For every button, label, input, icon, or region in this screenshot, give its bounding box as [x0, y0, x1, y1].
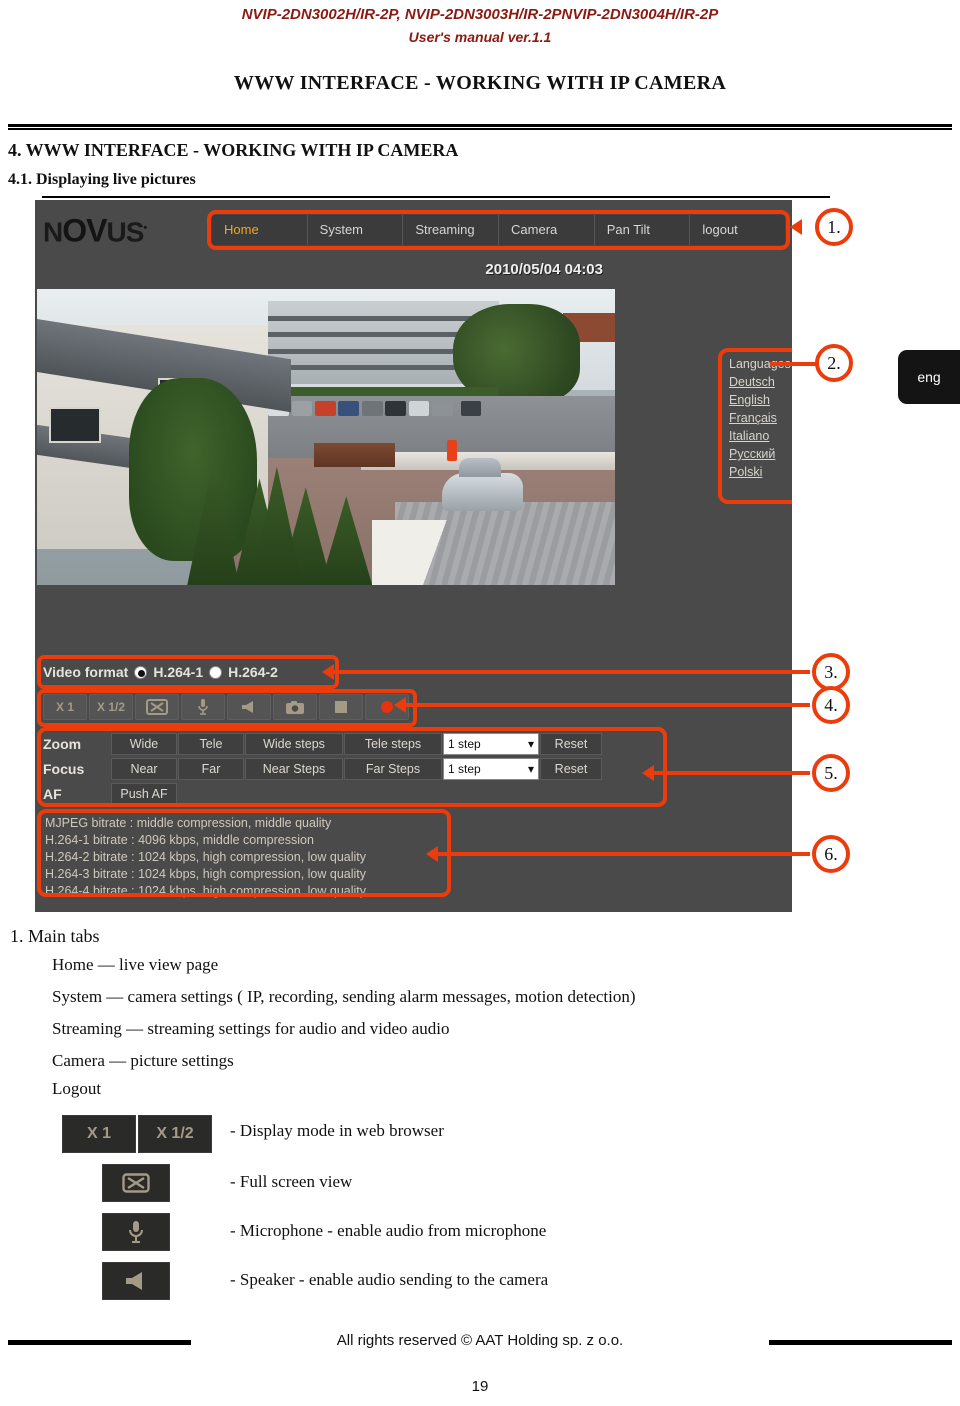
- scene-ivy: [129, 377, 257, 562]
- callout-6: 6.: [812, 835, 850, 873]
- callout-leader-3: [330, 670, 810, 674]
- main-tabs-heading: 1. Main tabs: [10, 926, 100, 946]
- nav-tab-home[interactable]: Home: [212, 215, 308, 245]
- callout-arrow-4: [394, 697, 406, 713]
- scene-silver-car: [441, 457, 523, 511]
- page-number: 19: [471, 1378, 489, 1395]
- nav-tab-streaming[interactable]: Streaming: [403, 215, 500, 245]
- osd-bar: 2010/05/04 04:03: [35, 256, 615, 290]
- annotation-highlight-icon-toolbar: [37, 689, 417, 727]
- callout-4: 4.: [812, 686, 850, 724]
- annotation-highlight-video-format: [37, 655, 339, 689]
- footer-copyright: All rights reserved © AAT Holding sp. z …: [336, 1332, 624, 1349]
- main-tabs-line-home: Home — live view page: [52, 955, 219, 974]
- nav-tab-pan-tilt[interactable]: Pan Tilt: [595, 215, 691, 245]
- callout-leader-5: [650, 771, 810, 775]
- icon-legend: X 1 X 1/2 - Display mode in web browser …: [0, 1112, 960, 1309]
- nav-tab-logout[interactable]: logout: [690, 215, 785, 245]
- legend-text-microphone: - Microphone - enable audio from microph…: [230, 1221, 547, 1240]
- main-tabs-line-streaming: Streaming — streaming settings for audio…: [52, 1019, 450, 1038]
- callout-leader-4: [402, 703, 810, 707]
- legend-row-display-mode: X 1 X 1/2 - Display mode in web browser: [0, 1112, 960, 1162]
- callout-leader-2: [770, 362, 818, 366]
- header-divider: [8, 124, 952, 130]
- page-header-line1: NVIP-2DN3002H/IR-2P, NVIP-2DN3003H/IR-2P…: [241, 6, 719, 23]
- page-header: NVIP-2DN3002H/IR-2P, NVIP-2DN3003H/IR-2P…: [0, 4, 960, 48]
- legend-row-speaker: - Speaker - enable audio sending to the …: [0, 1260, 960, 1309]
- legend-icon-zoom-x1: X 1: [62, 1115, 136, 1153]
- callout-arrow-5: [642, 765, 654, 781]
- top-nav-row: NOVUS• Home System Streaming Camera Pan …: [35, 208, 792, 250]
- callout-arrow-1: [790, 219, 802, 235]
- callout-arrow-6: [426, 846, 438, 862]
- legend-text-fullscreen: - Full screen view: [230, 1172, 353, 1191]
- callout-arrow-3: [322, 664, 334, 680]
- language-tab-eng[interactable]: eng: [898, 350, 960, 404]
- annotation-highlight-languages: [718, 348, 792, 504]
- legend-icon-microphone: [102, 1213, 170, 1251]
- callout-5: 5.: [812, 754, 850, 792]
- page-header-line2: User's manual ver.1.1: [408, 29, 552, 45]
- legend-icon-speaker: [102, 1262, 170, 1300]
- main-tabs-navbar[interactable]: Home System Streaming Camera Pan Tilt lo…: [211, 214, 786, 246]
- nav-tab-camera[interactable]: Camera: [499, 215, 595, 245]
- legend-text-display-mode: - Display mode in web browser: [230, 1121, 444, 1140]
- novus-logo: NOVUS•: [43, 212, 147, 249]
- section-underline: [42, 196, 830, 198]
- camera-web-interface-screenshot: NOVUS• Home System Streaming Camera Pan …: [35, 200, 792, 912]
- annotation-highlight-bitrate: [37, 809, 451, 897]
- scene-dumpster: [314, 442, 396, 467]
- legend-row-microphone: - Microphone - enable audio from microph…: [0, 1211, 960, 1260]
- nav-tab-system[interactable]: System: [308, 215, 404, 245]
- speaker-icon: [126, 1272, 142, 1290]
- section-heading-4: 4. WWW INTERFACE - WORKING WITH IP CAMER…: [8, 140, 459, 160]
- annotation-highlight-ptz: [37, 727, 667, 807]
- scene-curb: [372, 519, 615, 585]
- section-heading-4-1: 4.1. Displaying live pictures: [8, 171, 196, 188]
- legend-text-speaker: - Speaker - enable audio sending to the …: [230, 1270, 549, 1289]
- main-tabs-line-camera: Camera — picture settings: [52, 1051, 234, 1070]
- microphone-icon: [129, 1221, 143, 1243]
- live-video-area: 2010/05/04 04:03 Languages Deutsch Engli…: [35, 256, 792, 593]
- scene-person: [447, 439, 457, 461]
- scene-parked-cars: [268, 401, 528, 417]
- legend-icon-zoom-xhalf: X 1/2: [138, 1115, 212, 1153]
- main-tabs-line-system: System — camera settings ( IP, recording…: [52, 987, 636, 1006]
- callout-2: 2.: [815, 344, 853, 382]
- legend-icon-fullscreen: [102, 1164, 170, 1202]
- live-video-image[interactable]: [37, 289, 615, 585]
- legend-row-fullscreen: - Full screen view: [0, 1162, 960, 1211]
- main-tabs-line-logout: Logout: [52, 1079, 102, 1098]
- scene-window-1: [48, 407, 101, 443]
- osd-timestamp: 2010/05/04 04:03: [485, 261, 603, 278]
- callout-leader-6: [434, 852, 810, 856]
- callout-1: 1.: [815, 208, 853, 246]
- fullscreen-icon: [122, 1173, 150, 1193]
- document-title: WWW INTERFACE - WORKING WITH IP CAMERA: [233, 72, 727, 94]
